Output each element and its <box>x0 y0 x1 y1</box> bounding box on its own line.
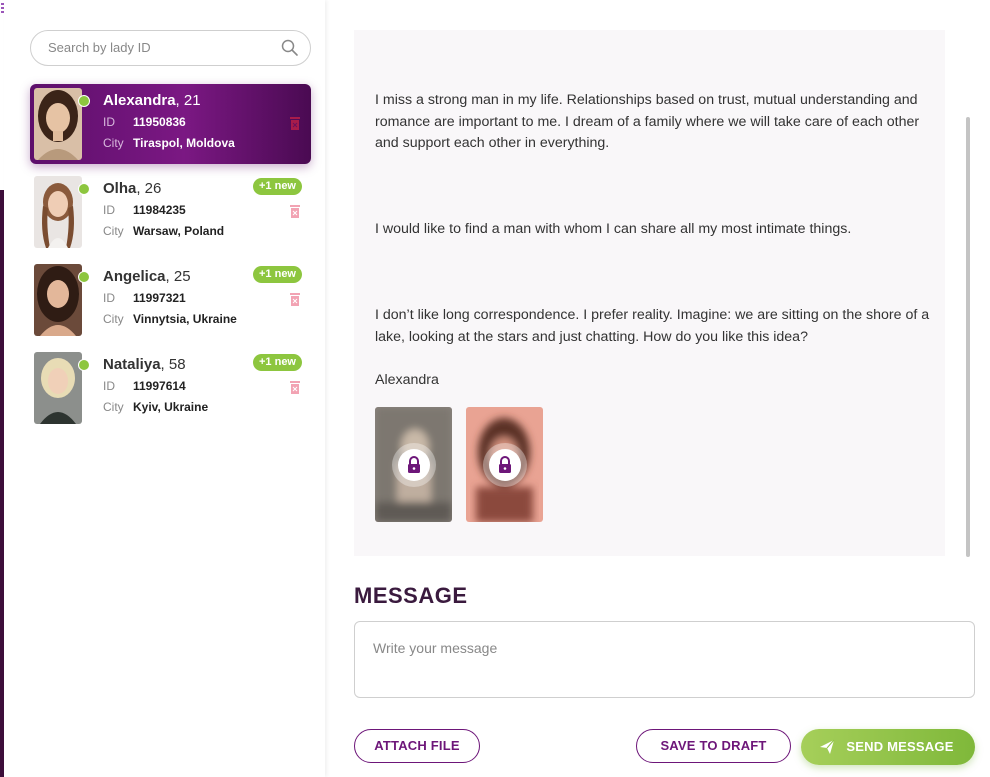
online-status-dot <box>78 183 90 195</box>
letter-signature: Alexandra <box>375 372 439 388</box>
city-label: City <box>103 312 124 326</box>
new-message-badge: +1 new <box>253 354 302 371</box>
new-message-badge: +1 new <box>253 266 302 283</box>
online-status-dot <box>78 95 90 107</box>
online-status-dot <box>78 359 90 371</box>
lady-card-nataliya[interactable]: Nataliya, 58 ID 11997614 City Kyiv, Ukra… <box>30 348 311 428</box>
lady-id: 11950836 <box>133 115 186 129</box>
letter-paragraph: I would like to find a man with whom I c… <box>375 221 852 237</box>
search-input[interactable] <box>48 40 268 55</box>
locked-photo[interactable] <box>375 407 452 522</box>
paper-plane-icon <box>820 739 835 754</box>
lady-card-angelica[interactable]: Angelica, 25 ID 11997321 City Vinnytsia,… <box>30 260 311 340</box>
new-message-badge: +1 new <box>253 178 302 195</box>
letter-paragraph: I don’t like long correspondence. I pref… <box>375 307 930 345</box>
id-label: ID <box>103 115 115 129</box>
lady-city: Tiraspol, Moldova <box>133 136 235 150</box>
avatar <box>34 176 82 248</box>
id-label: ID <box>103 291 115 305</box>
search-icon[interactable] <box>280 38 300 58</box>
lady-id: 11984235 <box>133 203 186 217</box>
lady-name: Alexandra, 21 <box>103 92 201 109</box>
send-message-label: SEND MESSAGE <box>846 739 954 754</box>
trash-icon[interactable] <box>289 116 301 131</box>
locked-photo[interactable] <box>466 407 543 522</box>
lady-city: Warsaw, Poland <box>133 224 225 238</box>
avatar <box>34 264 82 336</box>
lady-id: 11997614 <box>133 379 186 393</box>
lady-card-olha[interactable]: Olha, 26 ID 11984235 City Warsaw, Poland… <box>30 172 311 252</box>
attach-file-button[interactable]: ATTACH FILE <box>354 729 480 763</box>
online-status-dot <box>78 271 90 283</box>
lady-city: Kyiv, Ukraine <box>133 400 209 414</box>
lady-name: Nataliya, 58 <box>103 356 186 373</box>
trash-icon[interactable] <box>289 204 301 219</box>
lock-icon <box>489 449 521 481</box>
message-title: MESSAGE <box>354 583 468 608</box>
save-to-draft-button[interactable]: SAVE TO DRAFT <box>636 729 791 763</box>
avatar <box>34 88 82 160</box>
send-message-button[interactable]: SEND MESSAGE <box>801 729 975 765</box>
trash-icon[interactable] <box>289 292 301 307</box>
lady-name: Olha, 26 <box>103 180 162 197</box>
trash-icon[interactable] <box>289 380 301 395</box>
city-label: City <box>103 224 124 238</box>
letter-area: I miss a strong man in my life. Relation… <box>354 0 990 777</box>
id-label: ID <box>103 379 115 393</box>
letter-scrollbar[interactable] <box>966 117 970 557</box>
lady-name: Angelica, 25 <box>103 268 191 285</box>
lady-id: 11997321 <box>133 291 186 305</box>
lady-card-alexandra[interactable]: Alexandra, 21 ID 11950836 City Tiraspol,… <box>30 84 311 164</box>
city-label: City <box>103 136 124 150</box>
search-box <box>30 30 311 66</box>
lady-city: Vinnytsia, Ukraine <box>133 312 237 326</box>
avatar <box>34 352 82 424</box>
city-label: City <box>103 400 124 414</box>
id-label: ID <box>103 203 115 217</box>
message-input[interactable] <box>354 621 975 698</box>
letter-paragraph: I miss a strong man in my life. Relation… <box>375 92 920 151</box>
lock-icon <box>398 449 430 481</box>
ladies-sidebar: Alexandra, 21 ID 11950836 City Tiraspol,… <box>4 0 325 777</box>
